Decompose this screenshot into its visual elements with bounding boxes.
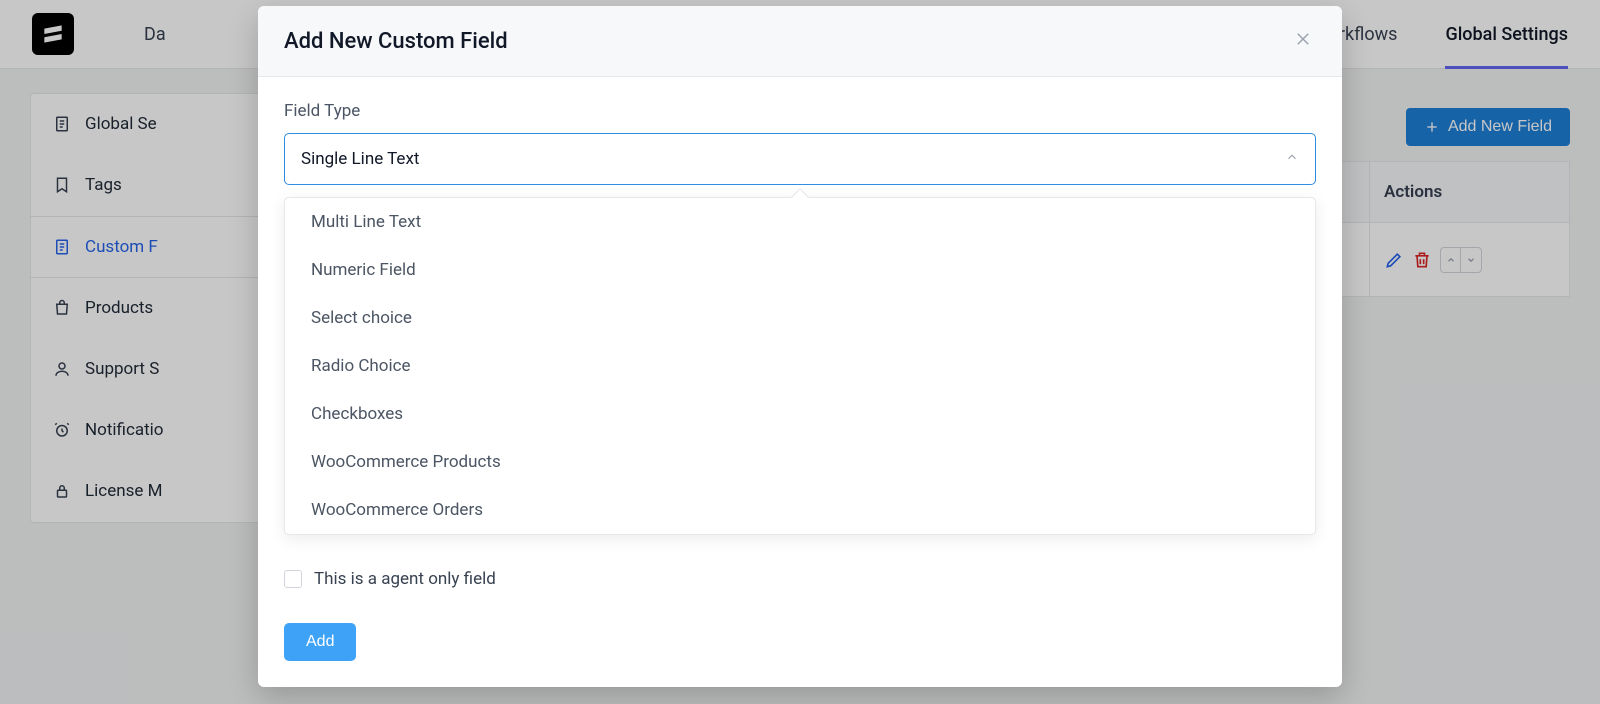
add-custom-field-modal: Add New Custom Field Field Type Single L… [258,6,1342,687]
agent-only-row: This is a agent only field [284,569,1316,589]
agent-only-checkbox[interactable] [284,570,302,588]
dropdown-option-woo-products[interactable]: WooCommerce Products [285,438,1315,486]
modal-close-button[interactable] [1290,26,1316,56]
field-type-label: Field Type [284,101,1316,121]
modal-header: Add New Custom Field [258,6,1342,77]
modal-overlay[interactable]: Add New Custom Field Field Type Single L… [0,0,1600,704]
field-type-select[interactable]: Single Line Text [284,133,1316,185]
add-button[interactable]: Add [284,623,356,661]
dropdown-option-multi-line[interactable]: Multi Line Text [285,198,1315,246]
select-caret [1285,149,1299,169]
dropdown-option-woo-orders[interactable]: WooCommerce Orders [285,486,1315,534]
dropdown-option-select[interactable]: Select choice [285,294,1315,342]
dropdown-option-checkboxes[interactable]: Checkboxes [285,390,1315,438]
agent-only-label: This is a agent only field [314,569,496,589]
chevron-up-icon [1285,150,1299,164]
modal-title: Add New Custom Field [284,29,508,54]
dropdown-option-numeric[interactable]: Numeric Field [285,246,1315,294]
select-value: Single Line Text [301,149,419,169]
field-type-select-wrap: Single Line Text Multi Line Text Numeric… [284,133,1316,185]
field-type-dropdown: Multi Line Text Numeric Field Select cho… [284,197,1316,535]
modal-body: Field Type Single Line Text Multi Line T… [258,77,1342,687]
dropdown-option-radio[interactable]: Radio Choice [285,342,1315,390]
close-icon [1294,30,1312,48]
